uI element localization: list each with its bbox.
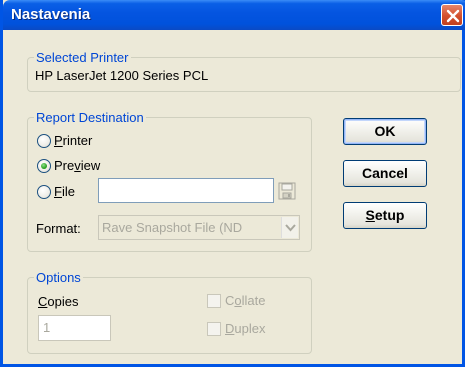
radio-preview-label-pre: Pre [54, 158, 75, 173]
radio-preview-label-post: iew [80, 158, 101, 173]
radio-preview-label[interactable]: Preview [54, 158, 100, 173]
setup-button[interactable]: Setup [343, 202, 427, 229]
radio-preview-button[interactable] [37, 159, 51, 173]
radio-printer-button[interactable] [37, 134, 51, 148]
ok-button[interactable]: OK [343, 118, 427, 145]
format-label: Format: [36, 221, 81, 236]
copies-value: 1 [43, 320, 51, 335]
save-file-icon[interactable] [278, 182, 296, 200]
radio-printer-label[interactable]: Printer [54, 133, 92, 148]
radio-file-button[interactable] [37, 185, 51, 199]
close-icon [446, 9, 460, 23]
setup-button-accel: S [365, 207, 375, 223]
format-select-value: Rave Snapshot File (ND [102, 220, 243, 235]
radio-printer-label-accel: P [54, 133, 63, 148]
report-destination-group: Report Destination Printer Preview File … [27, 110, 312, 252]
report-destination-legend: Report Destination [34, 110, 146, 125]
cancel-button[interactable]: Cancel [343, 160, 427, 187]
radio-file-label[interactable]: File [54, 184, 75, 199]
radio-file-label-post: ile [61, 184, 75, 199]
title-bar[interactable]: Nastavenia [3, 0, 465, 30]
close-button[interactable] [441, 4, 463, 26]
file-path-input[interactable] [98, 178, 274, 203]
options-group: Options Copies 1 Collate Duplex [27, 270, 312, 354]
duplex-label[interactable]: Duplex [225, 321, 265, 336]
collate-label-post: llate [241, 293, 266, 308]
copies-label: Copies [38, 294, 78, 309]
collate-label-pre: C [225, 293, 235, 308]
collate-checkbox[interactable] [207, 294, 221, 308]
selected-printer-group: Selected Printer HP LaserJet 1200 Series… [27, 50, 461, 92]
radio-printer-label-post: rinter [62, 133, 93, 148]
options-legend: Options [34, 270, 83, 285]
chevron-down-icon [285, 224, 296, 232]
radio-file-label-accel: F [54, 184, 62, 199]
collate-label-accel: o [234, 293, 242, 308]
format-dropdown-button[interactable] [281, 217, 298, 238]
radio-selected-dot [41, 163, 47, 169]
collate-label[interactable]: Collate [225, 293, 265, 308]
duplex-label-post: uplex [234, 321, 266, 336]
format-select[interactable]: Rave Snapshot File (ND [98, 215, 300, 240]
copies-label-accel: C [38, 294, 48, 309]
duplex-label-accel: D [225, 321, 235, 336]
printer-name: HP LaserJet 1200 Series PCL [35, 68, 209, 83]
duplex-checkbox[interactable] [207, 322, 221, 336]
copies-label-post: opies [47, 294, 79, 309]
selected-printer-legend: Selected Printer [34, 50, 131, 65]
copies-input[interactable]: 1 [38, 315, 111, 341]
setup-button-label-post: etup [374, 207, 405, 223]
print-settings-dialog: Nastavenia Selected Printer HP LaserJet … [0, 0, 465, 367]
window-title: Nastavenia [11, 6, 91, 23]
